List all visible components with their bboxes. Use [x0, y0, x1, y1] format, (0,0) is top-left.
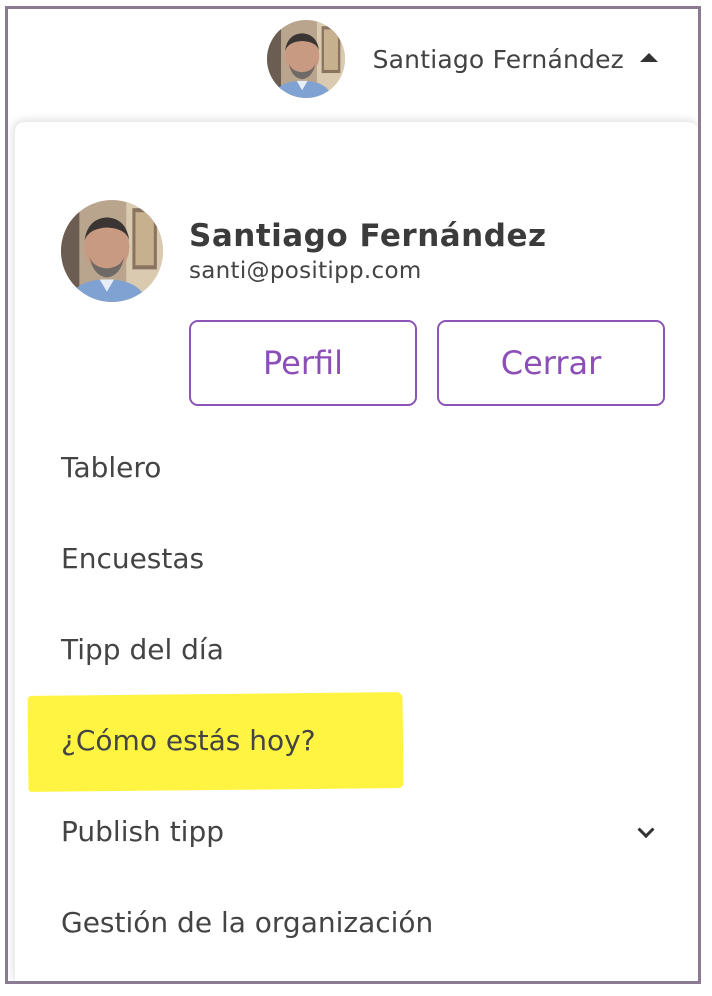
profile-email: santi@positipp.com	[189, 258, 422, 284]
chevron-down-icon[interactable]	[637, 820, 655, 838]
menu-item-label: Tablero	[61, 451, 162, 484]
menu-item-label: Encuestas	[61, 542, 205, 575]
app-frame: Santiago Fernández Santiago Fernández sa…	[5, 6, 701, 984]
profile-name: Santiago Fernández	[189, 218, 547, 254]
menu-item-gestion-organizacion[interactable]: Gestión de la organización	[15, 877, 698, 968]
user-menu-toggle[interactable]: Santiago Fernández	[266, 20, 658, 98]
logout-button[interactable]: Cerrar	[437, 320, 665, 406]
menu-item-encuestas[interactable]: Encuestas	[15, 513, 698, 604]
profile-text: Santiago Fernández santi@positipp.com	[189, 218, 547, 284]
user-photo-icon	[61, 200, 163, 302]
menu-item-label: ¿Cómo estás hoy?	[61, 724, 316, 757]
menu-item-label: Gestión de la organización	[61, 906, 434, 939]
avatar	[266, 20, 345, 98]
menu-item-label: Tipp del día	[61, 633, 224, 666]
navigation-menu: Tablero Encuestas Tipp del día ¿Cómo est…	[15, 422, 698, 968]
top-bar: Santiago Fernández	[8, 9, 698, 121]
topbar-user-name[interactable]: Santiago Fernández	[373, 45, 624, 74]
avatar	[61, 200, 163, 302]
menu-item-como-estas-hoy[interactable]: ¿Cómo estás hoy?	[15, 695, 698, 786]
menu-item-publish-tipp[interactable]: Publish tipp	[15, 786, 698, 877]
menu-item-tipp-del-dia[interactable]: Tipp del día	[15, 604, 698, 695]
user-dropdown-menu: Santiago Fernández santi@positipp.com Pe…	[14, 121, 698, 981]
menu-item-tablero[interactable]: Tablero	[15, 422, 698, 513]
caret-up-icon[interactable]	[640, 52, 658, 62]
profile-summary: Santiago Fernández santi@positipp.com	[61, 200, 547, 302]
user-photo-icon	[266, 20, 345, 98]
profile-button[interactable]: Perfil	[189, 320, 417, 406]
menu-item-label: Publish tipp	[61, 815, 225, 848]
profile-actions: Perfil Cerrar	[189, 320, 665, 406]
